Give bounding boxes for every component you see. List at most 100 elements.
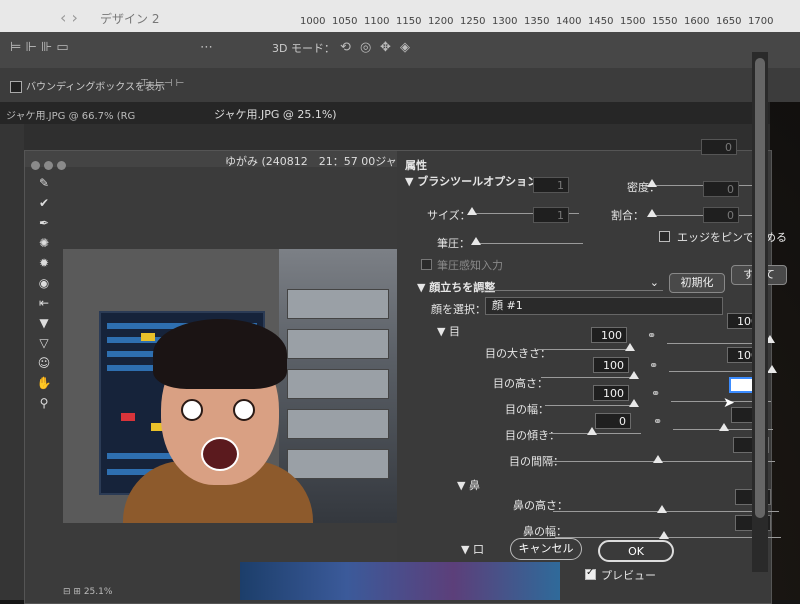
eye-height-right-knob[interactable] [767, 365, 777, 373]
zoom-buttons-icon[interactable]: ⊟ ⊞ [63, 587, 84, 597]
eye-size-left-slider[interactable] [537, 349, 633, 350]
size-knob[interactable] [467, 207, 477, 215]
pin-edges-checkbox[interactable] [659, 231, 670, 242]
eye-size-label: 目の大きさ： [485, 347, 551, 360]
close-dot[interactable] [31, 161, 40, 170]
face-tool-icon[interactable]: ☺ [33, 353, 55, 373]
eye-height-left-knob[interactable] [629, 371, 639, 379]
face-select-value: 顔 #1 [492, 299, 523, 312]
orbit-icon[interactable]: ⟲ [340, 40, 351, 55]
chevron-down-icon: ⌄ [649, 276, 659, 289]
cancel-button[interactable]: キャンセル [510, 538, 582, 560]
size-field[interactable]: 1 [533, 207, 569, 223]
tab-jacket-25[interactable]: ジャケ用.JPG @ 25.1%) [214, 106, 337, 122]
left-eye [181, 399, 203, 421]
preview-checkbox[interactable] [585, 567, 596, 580]
eye-tilt-left-field[interactable]: 0 [595, 413, 631, 429]
ruler-tick: 1350 [524, 16, 550, 27]
eye-distance-slider[interactable] [551, 461, 775, 462]
link-eye-width-icon[interactable]: ⚭ [651, 387, 660, 400]
eye-size-left-field[interactable]: 100 [591, 327, 627, 343]
ruler-tick: 1200 [428, 16, 454, 27]
hand-tool-icon[interactable]: ✋ [33, 373, 55, 393]
eye-height-label: 目の高さ： [493, 377, 548, 390]
ruler-tick: 1050 [332, 16, 358, 27]
eye-width-left-slider[interactable] [545, 405, 637, 406]
pressure-knob[interactable] [471, 237, 481, 245]
person-hair [153, 319, 287, 389]
zoom-dot[interactable] [57, 161, 66, 170]
zoom-controls[interactable]: ⊟ ⊞ 25.1% [63, 587, 112, 597]
preview-image[interactable] [63, 249, 399, 523]
bounding-box-checkbox[interactable] [10, 81, 22, 93]
stylus-checkbox[interactable] [421, 259, 432, 270]
nose-width-knob[interactable] [659, 531, 669, 539]
eye-height-left-field[interactable]: 100 [593, 357, 629, 373]
top-value-field[interactable]: 0 [701, 139, 737, 155]
ruler-tick: 1150 [396, 16, 422, 27]
three-d-mode-label: 3D モード： [272, 42, 335, 55]
properties-panel: 属性 0 ▼ ブラシツールオプション 1 密度： 0 サイズ： 1 割合： 0 … [397, 139, 787, 603]
arrange-icons[interactable]: ⊤ ⊥ ⊣ ⊢ [140, 78, 184, 89]
link-eye-size-icon[interactable]: ⚭ [647, 329, 656, 342]
density-knob[interactable] [647, 179, 657, 187]
rate-field[interactable]: 0 [703, 207, 739, 223]
smooth-tool-icon[interactable]: ✒ [33, 213, 55, 233]
zoom-level: 25.1% [83, 587, 113, 597]
back-forward-icons[interactable]: ‹ › [60, 8, 78, 27]
reconstruct-tool-icon[interactable]: ✔ [33, 193, 55, 213]
ruler-tick: 1500 [620, 16, 646, 27]
ok-button[interactable]: OK [598, 540, 674, 562]
eye-width-left-field[interactable]: 100 [593, 385, 629, 401]
properties-scrollbar[interactable] [752, 52, 768, 572]
size-top-field[interactable]: 1 [533, 177, 569, 193]
push-left-tool-icon[interactable]: ⇤ [33, 293, 55, 313]
nose-height-knob[interactable] [657, 505, 667, 513]
link-eye-tilt-icon[interactable]: ⚭ [653, 415, 662, 428]
twirl-tool-icon[interactable]: ✺ [33, 233, 55, 253]
pucker-tool-icon[interactable]: ✹ [33, 253, 55, 273]
tab-jacket-66[interactable]: ジャケ用.JPG @ 66.7% (RG [6, 107, 135, 122]
bloat-tool-icon[interactable]: ◉ [33, 273, 55, 293]
preview-label: プレビュー [601, 569, 656, 582]
eye-distance-knob[interactable] [653, 455, 663, 463]
eye-width-left-knob[interactable] [629, 399, 639, 407]
rate-label: 割合： [611, 209, 644, 222]
liquify-tools: ✎ ✔ ✒ ✺ ✹ ◉ ⇤ ▼ ▽ ☺ ✋ ⚲ [33, 173, 55, 423]
ruler-tick: 1250 [460, 16, 486, 27]
rotate-3d-icon[interactable]: ◎ [360, 40, 371, 55]
link-eye-height-icon[interactable]: ⚭ [649, 359, 658, 372]
mouth [201, 437, 239, 471]
eye-tilt-right-knob[interactable] [719, 423, 729, 431]
eye-height-left-slider[interactable] [541, 377, 637, 378]
nose-group-toggle[interactable]: ▼ 鼻 [457, 477, 480, 493]
pressure-slider[interactable] [473, 243, 583, 244]
size-label: サイズ： [427, 209, 471, 222]
align-icons[interactable]: ⊨ ⊩ ⊪ ▭ [10, 40, 69, 55]
thaw-mask-tool-icon[interactable]: ▽ [33, 333, 55, 353]
liquify-dialog: ゆがみ (240812 21：57 00ジャケ用.JPG @ 25.1%) ✎ … [24, 139, 787, 604]
window-controls[interactable] [31, 155, 70, 174]
rate-knob[interactable] [647, 209, 657, 217]
eyes-group-toggle[interactable]: ▼ 目 [437, 323, 460, 339]
scrollbar-thumb[interactable] [755, 58, 765, 518]
face-section-dropdown[interactable]: ⌄ [479, 275, 663, 291]
density-field[interactable]: 0 [703, 181, 739, 197]
freeze-mask-tool-icon[interactable]: ▼ [33, 313, 55, 333]
reset-button[interactable]: 初期化 [669, 273, 725, 293]
ruler-tick: 1600 [684, 16, 710, 27]
zoom-tool-icon[interactable]: ⚲ [33, 393, 55, 413]
tools-strip [0, 124, 24, 600]
pan-3d-icon[interactable]: ✥ [380, 40, 391, 55]
minimize-dot[interactable] [44, 161, 53, 170]
slide-3d-icon[interactable]: ◈ [400, 40, 410, 55]
brush-section-toggle[interactable]: ▼ ブラシツールオプション [405, 173, 538, 189]
mouth-group-toggle[interactable]: ▼ 口 [461, 541, 484, 557]
warp-tool-icon[interactable]: ✎ [33, 173, 55, 193]
eye-size-left-knob[interactable] [625, 343, 635, 351]
ruler-tick: 1100 [364, 16, 390, 27]
distribute-icons[interactable]: ⋯ [200, 40, 213, 55]
eye-tilt-left-knob[interactable] [587, 427, 597, 435]
pin-edges-label: エッジをピンで留める [677, 231, 787, 244]
face-select[interactable]: 顔 #1 [485, 297, 723, 315]
